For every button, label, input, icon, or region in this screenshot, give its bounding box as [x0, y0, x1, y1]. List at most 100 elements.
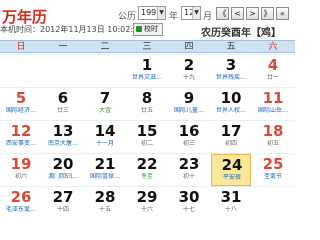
chevron-down-icon: ▼ — [157, 7, 165, 19]
day-cell-5[interactable]: 5 国际经济… — [1, 88, 41, 120]
next-year-button[interactable]: 》 — [261, 7, 274, 20]
day-lunar-label: 毛泽东诞… — [5, 206, 36, 213]
year-select[interactable]: 1993 ▼ — [138, 6, 166, 20]
prev-month-button[interactable]: < — [231, 7, 244, 20]
day-number: 18 — [262, 122, 284, 140]
day-cell-8[interactable]: 8 廿五 — [127, 88, 167, 120]
day-cell-23[interactable]: 23 初十 — [169, 154, 209, 186]
day-number: 3 — [225, 56, 237, 74]
day-cell-1[interactable]: 1 世界艾滋… — [127, 55, 167, 87]
day-number: 16 — [178, 122, 200, 140]
day-lunar-label: 十一月 — [95, 140, 114, 147]
day-lunar-label: 十八 — [224, 206, 237, 213]
day-cell-14[interactable]: 14 十一月 — [85, 121, 125, 153]
day-lunar-label: 南京大屠… — [47, 140, 78, 147]
day-cell-15[interactable]: 15 初二 — [127, 121, 167, 153]
month-suffix: 月 — [203, 12, 213, 22]
day-lunar-label: 国际篮球… — [89, 173, 120, 180]
day-lunar-label: 十六 — [140, 206, 153, 213]
sync-time-button[interactable]: 校时 — [133, 23, 163, 36]
day-lunar-label: 十五 — [98, 206, 111, 213]
weekday-sun: 日 — [16, 42, 26, 52]
day-lunar-label: 廿五 — [140, 107, 153, 114]
day-cell-31[interactable]: 31 十八 — [211, 187, 251, 219]
day-number: 25 — [262, 155, 284, 173]
day-cell-20[interactable]: 20 澳门回归… — [43, 154, 83, 186]
local-time: 本机时间：2012年11月13日 10:02:27 — [0, 25, 144, 34]
day-cell-12[interactable]: 12 西安事变… — [1, 121, 41, 153]
day-number: 6 — [57, 89, 69, 107]
day-cell-19[interactable]: 19 初六 — [1, 154, 41, 186]
next-month-button[interactable]: > — [246, 7, 259, 20]
month-select[interactable]: 12 ▼ — [181, 6, 201, 20]
day-lunar-label: 廿一 — [266, 74, 279, 81]
day-cell-27[interactable]: 27 十四 — [43, 187, 83, 219]
day-lunar-label: 初六 — [14, 173, 27, 180]
day-lunar-label: 初二 — [140, 140, 153, 147]
weekday-sat: 六 — [268, 42, 278, 52]
day-cell-29[interactable]: 29 十六 — [127, 187, 167, 219]
calendar-header: 万年历 公历 1993 ▼ 年 12 ▼ 月 《 < > 》 « 本机时间：20… — [0, 0, 295, 39]
day-lunar-label: 十九 — [182, 74, 195, 81]
day-lunar-label: 冬至 — [140, 173, 153, 180]
day-lunar-label: 国际山岳… — [257, 107, 288, 114]
empty-day-cell — [43, 55, 83, 87]
weekday-header: 日 一 二 三 四 五 六 — [0, 40, 295, 53]
year-label: 公历 — [118, 12, 137, 22]
day-cell-2[interactable]: 2 十九 — [169, 55, 209, 87]
day-lunar-label: 初三 — [182, 140, 195, 147]
day-cell-26[interactable]: 26 毛泽东诞… — [1, 187, 41, 219]
weekday-thu: 四 — [184, 42, 194, 52]
day-number: 8 — [141, 89, 153, 107]
lunar-year-title: 农历癸酉年【鸡】 — [201, 28, 281, 39]
year-suffix: 年 — [169, 12, 179, 22]
day-cell-16[interactable]: 16 初三 — [169, 121, 209, 153]
day-cell-28[interactable]: 28 十五 — [85, 187, 125, 219]
day-number: 4 — [267, 56, 279, 74]
day-number: 21 — [94, 155, 116, 173]
day-lunar-label: 圣诞节 — [263, 173, 282, 180]
day-cell-24[interactable]: 24 平安夜 — [211, 154, 251, 186]
day-cell-3[interactable]: 3 世界残疾… — [211, 55, 251, 87]
day-number: 7 — [99, 89, 111, 107]
day-cell-30[interactable]: 30 十七 — [169, 187, 209, 219]
day-number: 1 — [141, 56, 153, 74]
day-cell-21[interactable]: 21 国际篮球… — [85, 154, 125, 186]
day-cell-7[interactable]: 7 大雪 — [85, 88, 125, 120]
today-button[interactable]: « — [276, 7, 289, 20]
day-lunar-label: 廿三 — [56, 107, 69, 114]
empty-day-cell — [85, 55, 125, 87]
chevron-down-icon: ▼ — [192, 7, 200, 19]
day-cell-10[interactable]: 10 世界人权… — [211, 88, 251, 120]
day-cell-6[interactable]: 6 廿三 — [43, 88, 83, 120]
day-number: 14 — [94, 122, 116, 140]
empty-day-cell — [253, 187, 293, 219]
day-cell-9[interactable]: 9 国际儿童… — [169, 88, 209, 120]
day-number: 13 — [52, 122, 74, 140]
day-number: 12 — [10, 122, 32, 140]
day-cell-18[interactable]: 18 初五 — [253, 121, 293, 153]
day-lunar-label: 平安夜 — [222, 174, 241, 181]
day-lunar-label: 澳门回归… — [47, 173, 78, 180]
day-number: 28 — [94, 188, 116, 206]
day-lunar-label: 初十 — [182, 173, 195, 180]
day-number: 19 — [10, 155, 32, 173]
day-number: 27 — [52, 188, 74, 206]
weekday-mon: 一 — [58, 42, 68, 52]
day-number: 24 — [221, 156, 243, 174]
day-number: 2 — [183, 56, 195, 74]
day-lunar-label: 十四 — [56, 206, 69, 213]
day-number: 23 — [178, 155, 200, 173]
day-cell-22[interactable]: 22 冬至 — [127, 154, 167, 186]
day-cell-17[interactable]: 17 初四 — [211, 121, 251, 153]
day-number: 15 — [136, 122, 158, 140]
day-number: 30 — [178, 188, 200, 206]
day-cell-25[interactable]: 25 圣诞节 — [253, 154, 293, 186]
day-cell-4[interactable]: 4 廿一 — [253, 55, 293, 87]
day-lunar-label: 国际儿童… — [173, 107, 204, 114]
day-cell-11[interactable]: 11 国际山岳… — [253, 88, 293, 120]
day-number: 11 — [262, 89, 284, 107]
prev-year-button[interactable]: 《 — [216, 7, 229, 20]
day-cell-13[interactable]: 13 南京大屠… — [43, 121, 83, 153]
day-lunar-label: 初五 — [266, 140, 279, 147]
